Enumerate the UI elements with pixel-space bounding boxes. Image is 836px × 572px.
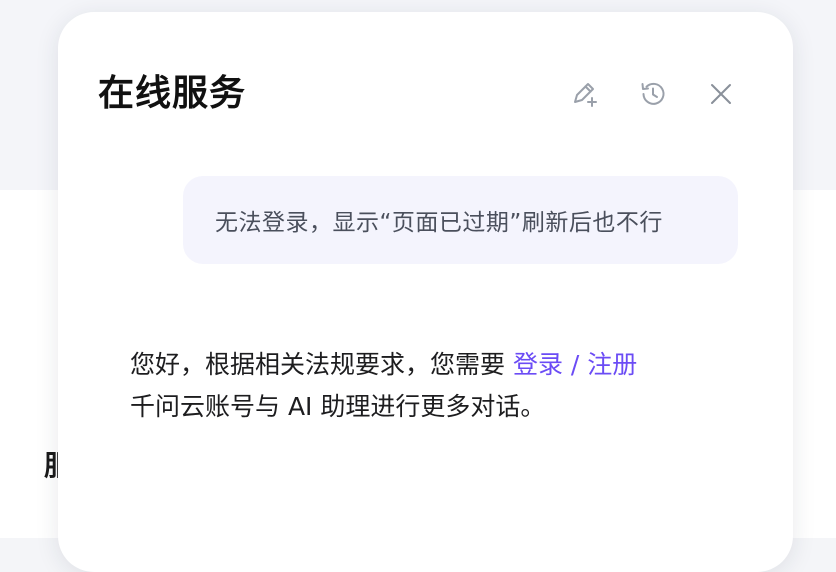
- assistant-message-line-2: 千问云账号与 AI 助理进行更多对话。: [130, 392, 546, 421]
- assistant-message-line-1: 您好，根据相关法规要求，您需要 登录 / 注册: [130, 344, 730, 386]
- backdrop-partial-text: 服: [44, 448, 58, 484]
- close-button[interactable]: [704, 77, 738, 111]
- login-register-link[interactable]: 登录 / 注册: [513, 350, 637, 379]
- new-chat-button[interactable]: [568, 77, 602, 111]
- close-icon: [711, 84, 731, 104]
- user-message-text: 无法登录，显示“页面已过期”刷新后也不行: [215, 210, 663, 236]
- assistant-message: 您好，根据相关法规要求，您需要 登录 / 注册 千问云账号与 AI 助理进行更多…: [130, 344, 730, 428]
- user-message-bubble: 无法登录，显示“页面已过期”刷新后也不行: [183, 176, 738, 264]
- online-service-panel: 在线服务 无法登录，显示“页面已过期”刷新后也不行 您好，根据相关法规要求，您需…: [58, 12, 793, 572]
- assistant-message-prefix: 您好，根据相关法规要求，您需要: [130, 350, 513, 379]
- edit-plus-icon: [574, 83, 597, 107]
- panel-header-actions: [568, 78, 738, 110]
- history-button[interactable]: [636, 77, 670, 111]
- panel-title: 在线服务: [98, 73, 247, 114]
- history-icon: [641, 82, 665, 105]
